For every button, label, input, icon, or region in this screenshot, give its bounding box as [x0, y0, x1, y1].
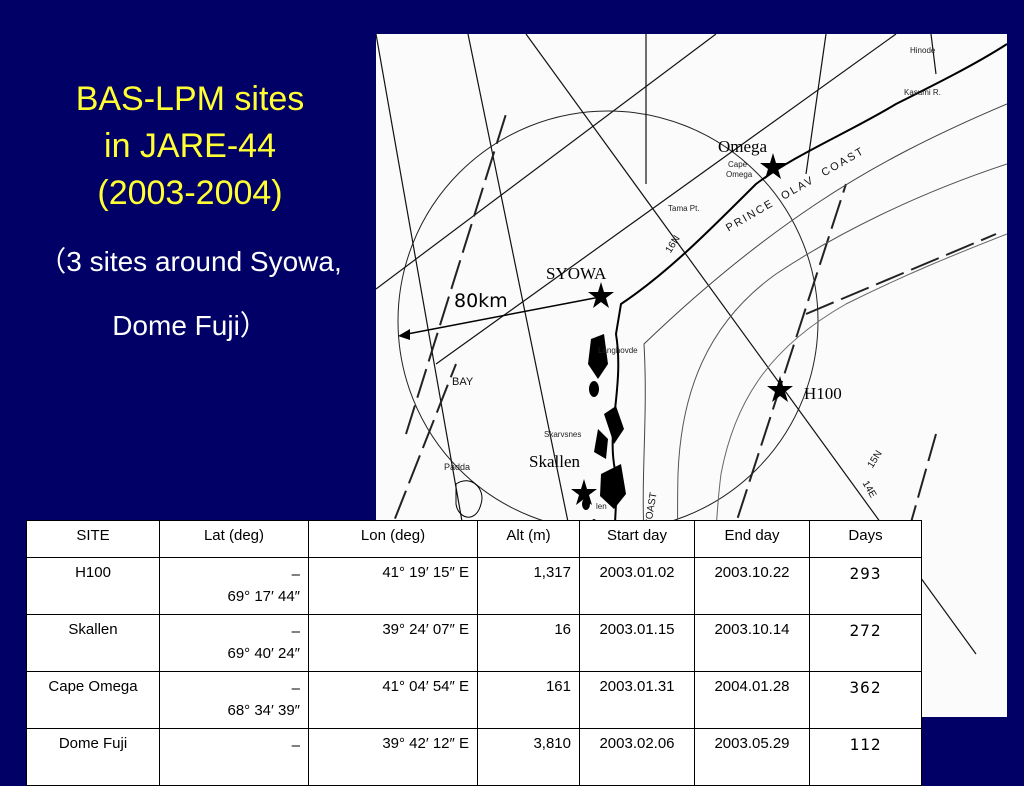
label-kasumi: Kasumi R.: [904, 88, 941, 97]
cell-start: 2003.01.15: [579, 614, 695, 672]
cell-lat: – 69° 17′ 44″: [159, 557, 309, 615]
title-line-1: BAS-LPM sites: [75, 80, 305, 118]
cell-lat-value: 69° 40′ 24″: [227, 645, 300, 662]
cell-days: 112: [809, 728, 922, 786]
cell-lon: 41° 04′ 54″ E: [308, 671, 478, 729]
label-syowa: SYOWA: [546, 264, 607, 283]
label-h100: H100: [804, 384, 842, 403]
label-hinode: Hinode: [910, 46, 936, 55]
cell-lat: – 69° 40′ 24″: [159, 614, 309, 672]
star-h100: [767, 376, 793, 402]
col-lon: Lon (deg): [308, 520, 478, 558]
cell-start: 2003.01.31: [579, 671, 695, 729]
table-row: Cape Omega – 68° 34′ 39″ 41° 04′ 54″ E 16…: [26, 671, 922, 729]
col-lat: Lat (deg): [159, 520, 309, 558]
subtitle-line-1: （3 sites around Syowa,: [38, 246, 342, 277]
label-skarvsnes: Skarvsnes: [544, 430, 582, 439]
cell-alt: 1,317: [477, 557, 580, 615]
subtitle-line-2: Dome Fuji）: [112, 310, 268, 341]
col-start: Start day: [579, 520, 695, 558]
cell-alt: 3,810: [477, 728, 580, 786]
title-line-2: in JARE-44: [104, 127, 276, 165]
cell-end: 2004.01.28: [694, 671, 810, 729]
col-end: End day: [694, 520, 810, 558]
label-tama: Tama Pt.: [668, 204, 700, 213]
cell-lon: 39° 42′ 12″ E: [308, 728, 478, 786]
cell-lat-sign: –: [291, 566, 300, 583]
table-row: Skallen – 69° 40′ 24″ 39° 24′ 07″ E 16 20…: [26, 614, 922, 672]
cell-lat-sign: –: [291, 680, 300, 697]
cell-start: 2003.02.06: [579, 728, 695, 786]
label-len: len: [596, 502, 607, 511]
cell-end: 2003.10.14: [694, 614, 810, 672]
label-cape-2: Omega: [726, 170, 753, 179]
star-syowa: [588, 282, 614, 308]
label-omega: Omega: [718, 137, 768, 156]
title-line-3: (2003-2004): [97, 174, 283, 212]
sites-table: SITE Lat (deg) Lon (deg) Alt (m) Start d…: [26, 520, 922, 786]
label-scale: 80km: [454, 290, 508, 312]
cell-alt: 16: [477, 614, 580, 672]
cell-start: 2003.01.02: [579, 557, 695, 615]
table-header-row: SITE Lat (deg) Lon (deg) Alt (m) Start d…: [26, 520, 922, 558]
cell-lon: 39° 24′ 07″ E: [308, 614, 478, 672]
label-cape-1: Cape: [728, 160, 748, 169]
col-site: SITE: [26, 520, 160, 558]
cell-days: 272: [809, 614, 922, 672]
cell-lat: –: [159, 728, 309, 786]
cell-site: Cape Omega: [26, 671, 160, 729]
cell-lat-sign: –: [291, 737, 300, 754]
cell-site: Skallen: [26, 614, 160, 672]
cell-alt: 161: [477, 671, 580, 729]
cell-lon: 41° 19′ 15″ E: [308, 557, 478, 615]
cell-lat: – 68° 34′ 39″: [159, 671, 309, 729]
table-row: H100 – 69° 17′ 44″ 41° 19′ 15″ E 1,317 20…: [26, 557, 922, 615]
cell-site: Dome Fuji: [26, 728, 160, 786]
cell-days: 293: [809, 557, 922, 615]
cell-lat-sign: –: [291, 623, 300, 640]
table-row: Dome Fuji – 39° 42′ 12″ E 3,810 2003.02.…: [26, 728, 922, 786]
col-days: Days: [809, 520, 922, 558]
slide-title: BAS-LPM sites in JARE-44 (2003-2004): [20, 76, 360, 217]
cell-days: 362: [809, 671, 922, 729]
cell-site: H100: [26, 557, 160, 615]
cell-end: 2003.05.29: [694, 728, 810, 786]
label-langhovde: Langhovde: [598, 346, 638, 355]
label-bay: BAY: [452, 376, 474, 388]
cell-end: 2003.10.22: [694, 557, 810, 615]
label-padda: Padda: [444, 462, 471, 472]
col-alt: Alt (m): [477, 520, 580, 558]
label-skallen: Skallen: [529, 452, 580, 471]
cell-lat-value: 69° 17′ 44″: [227, 588, 300, 605]
cell-lat-value: 68° 34′ 39″: [227, 702, 300, 719]
